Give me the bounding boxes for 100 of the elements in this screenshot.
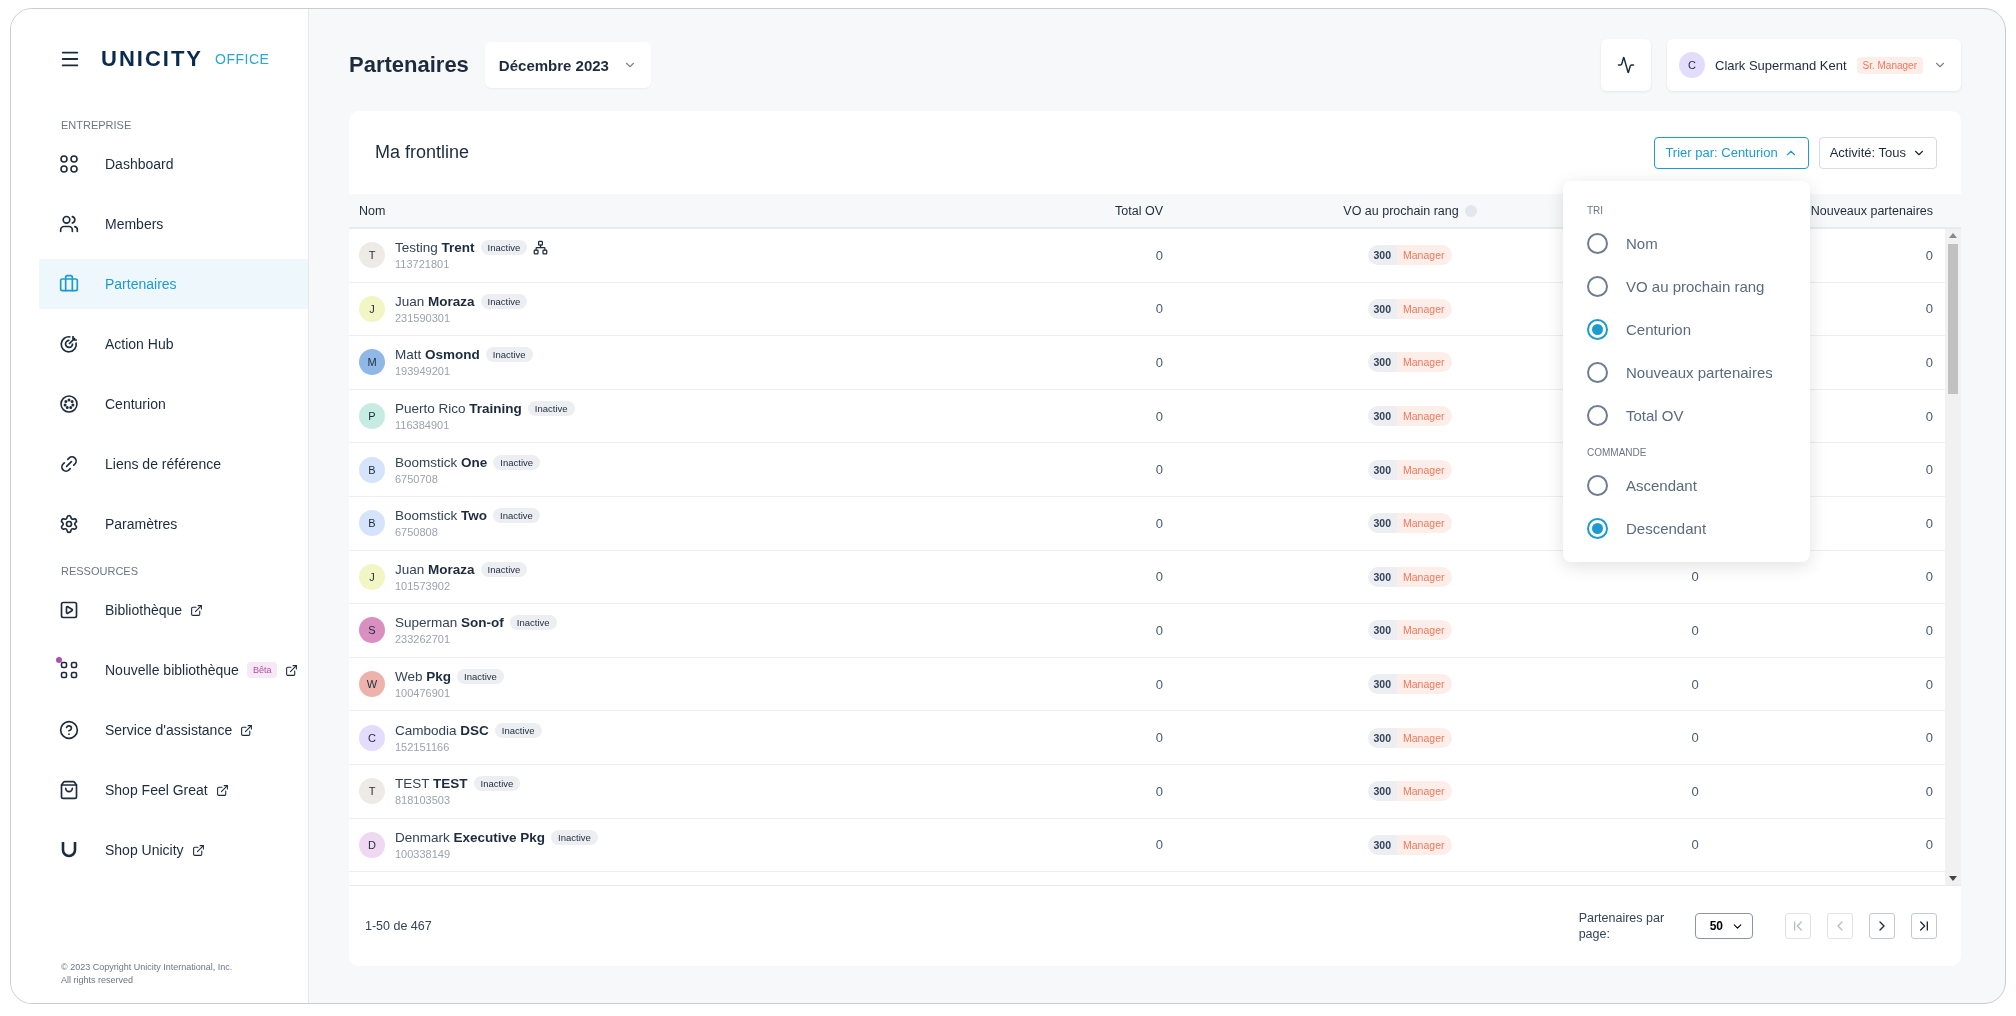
radio-button[interactable] (1587, 518, 1608, 539)
sidebar-item[interactable]: Shop Unicity (39, 825, 308, 875)
sidebar-item[interactable]: Members (39, 199, 308, 249)
sidebar-label: Members (105, 216, 164, 232)
option-label[interactable]: Ascendant (1626, 477, 1697, 494)
period-dropdown[interactable]: Décembre 2023 (484, 42, 651, 88)
table-cell-text: 0 (1924, 355, 1933, 370)
table-cell-text: 0 (1690, 783, 1700, 799)
partner-name[interactable]: Testing Trent (395, 240, 475, 256)
table-cell-text: 0 (1690, 569, 1700, 585)
partner-id: 101573902 (395, 579, 452, 592)
sidebar-item[interactable]: Action Hub (39, 319, 308, 369)
column-header: Nom (359, 203, 387, 218)
partner-avatar: W (359, 671, 385, 698)
partner-avatar: B (359, 510, 385, 537)
last-page-button[interactable] (1911, 913, 1937, 939)
table-cell-text: 0 (1154, 462, 1163, 478)
partner-id: 100338149 (395, 847, 452, 860)
sidebar-item[interactable]: Liens de référence (39, 439, 308, 489)
partner-id: 6750708 (395, 472, 439, 485)
option-label[interactable]: VO au prochain rang (1626, 278, 1765, 295)
partner-name[interactable]: Puerto Rico Training (395, 401, 522, 417)
next-page-button[interactable] (1869, 913, 1895, 939)
table-cell-text: 0 (1154, 247, 1163, 263)
partner-id: 152151166 (395, 740, 451, 753)
user-avatar: C (1679, 52, 1705, 78)
partner-name[interactable]: Cambodia DSC (395, 722, 489, 738)
sidebar-label: Action Hub (105, 336, 174, 352)
sidebar-label: Partenaires (105, 276, 177, 292)
sidebar-item[interactable]: Shop Feel Great (39, 765, 308, 815)
partner-name[interactable]: Denmark Executive Pkg (395, 829, 546, 845)
activity-filter-button[interactable]: Activité: Tous (1818, 136, 1937, 169)
user-menu[interactable]: C Clark Supermand Kent Sr. Manager (1667, 39, 1961, 91)
scrollbar[interactable] (1945, 229, 1961, 885)
sidebar-item[interactable]: Dashboard (39, 139, 308, 189)
option-label[interactable]: Nom (1626, 235, 1658, 252)
status-badge: Inactive (493, 454, 541, 470)
sidebar-label: Shop Unicity (105, 842, 184, 858)
partner-name[interactable]: Web Pkg (395, 669, 452, 685)
status-badge: Inactive (480, 240, 528, 256)
page-title: Partenaires (349, 52, 469, 78)
shopping-bag-icon (59, 780, 79, 800)
partner-name[interactable]: Juan Moraza (395, 293, 475, 309)
partner-avatar: B (359, 456, 385, 483)
table-cell-text: 0 (1154, 837, 1163, 853)
radio-button[interactable] (1587, 475, 1608, 496)
sidebar-item[interactable]: Service d'assistance (39, 705, 308, 755)
option-label[interactable]: Descendant (1626, 520, 1707, 537)
radio-button[interactable] (1587, 276, 1608, 297)
sidebar-item[interactable]: Paramètres (39, 499, 308, 549)
table-cell-text: 0 (1154, 301, 1163, 317)
partner-name[interactable]: Boomstick One (395, 454, 488, 470)
radio-button[interactable] (1587, 233, 1608, 254)
table-cell-text: 0 (1690, 730, 1700, 746)
table-cell-text: 0 (1924, 783, 1933, 799)
status-badge: Inactive (494, 722, 542, 738)
sidebar-item[interactable]: Centurion (39, 379, 308, 429)
partner-avatar: J (359, 563, 385, 590)
radio-button[interactable] (1587, 405, 1608, 426)
table-cell-text: 0 (1154, 730, 1163, 746)
dotted-circle-icon (59, 394, 79, 414)
play-square-icon (59, 600, 79, 620)
per-page-select[interactable]: 50 (1694, 913, 1753, 939)
option-label[interactable]: Total OV (1626, 407, 1684, 424)
sidebar-label: Service d'assistance (105, 722, 233, 738)
partner-name[interactable]: Superman Son-of (395, 615, 504, 631)
partner-avatar: T (359, 778, 385, 805)
status-badge: Inactive (480, 561, 528, 577)
menu-section-title: COMMANDE (1587, 446, 1648, 460)
column-header: Total OV (1114, 203, 1163, 218)
sidebar-label: Paramètres (105, 516, 178, 532)
partner-name[interactable]: Juan Moraza (395, 561, 475, 577)
status-badge: Inactive (551, 829, 598, 845)
settings-icon (59, 514, 79, 534)
table-cell-text: 0 (1924, 622, 1933, 638)
sidebar-label: Liens de référence (105, 456, 221, 472)
partner-name[interactable]: TEST TEST (395, 776, 468, 792)
status-badge: Inactive (485, 347, 533, 363)
sidebar-item[interactable]: Nouvelle bibliothèque Bêta (39, 645, 308, 695)
radio-button[interactable] (1587, 319, 1608, 340)
table-cell-text: 0 (1154, 408, 1163, 424)
card-title: Ma frontline (375, 142, 471, 163)
partner-name[interactable]: Matt Osmond (395, 347, 480, 363)
table-cell-text: 0 (1924, 730, 1933, 746)
user-name: Clark Supermand Kent (1715, 57, 1847, 73)
activity-button[interactable] (1601, 39, 1651, 91)
status-badge: Inactive (473, 776, 521, 792)
status-badge: Inactive (527, 401, 575, 417)
menu-section-title: TRI (1587, 204, 1605, 218)
table-cell-text: 0 (1924, 247, 1933, 263)
radio-button[interactable] (1587, 362, 1608, 383)
sidebar-label: Centurion (105, 396, 166, 412)
sidebar-item[interactable]: Bibliothèque (39, 585, 308, 635)
option-label[interactable]: Centurion (1626, 321, 1692, 338)
tree-icon[interactable] (533, 240, 549, 256)
partner-name[interactable]: Boomstick Two (395, 508, 488, 524)
partner-id: 193949201 (395, 365, 452, 378)
dashboard-icon (59, 154, 79, 174)
option-label[interactable]: Nouveaux partenaires (1626, 364, 1773, 381)
partner-id: 818103503 (395, 794, 452, 807)
